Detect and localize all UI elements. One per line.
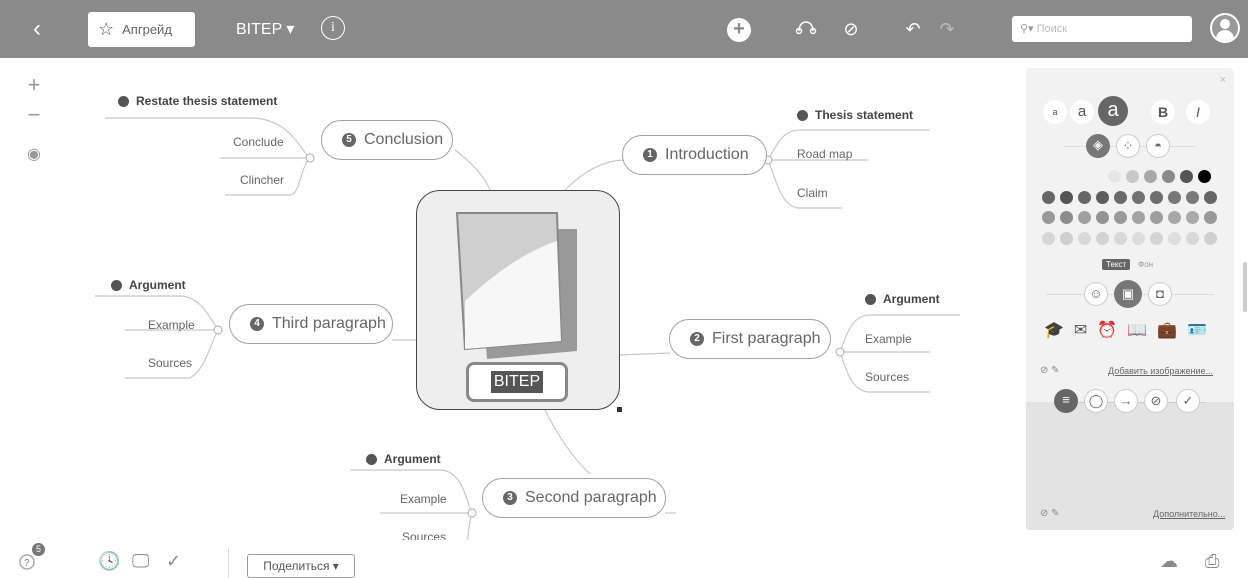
clear-notes-icon[interactable]: ⊘ ✎ <box>1040 508 1060 519</box>
color-swatch[interactable] <box>1078 191 1091 204</box>
color-swatch[interactable] <box>1180 170 1193 183</box>
color-swatch[interactable] <box>1150 211 1163 224</box>
history-icon[interactable]: 🕓 <box>98 551 120 572</box>
branch-introduction[interactable]: 1 Introduction <box>622 135 767 175</box>
color-swatch[interactable] <box>1078 211 1091 224</box>
branch-second-paragraph[interactable]: 3 Second paragraph <box>482 478 666 518</box>
leaf-sources[interactable]: Sources <box>148 356 192 370</box>
leaf-restate-thesis[interactable]: Restate thesis statement <box>118 94 277 108</box>
leaf-example[interactable]: Example <box>865 332 912 346</box>
color-swatch[interactable] <box>1198 170 1211 183</box>
shape-style-icon[interactable]: ⁘ <box>1116 134 1140 158</box>
link-icon[interactable]: ⊘ <box>1144 389 1168 413</box>
branch-conclusion[interactable]: 5 Conclusion <box>321 120 453 160</box>
leaf-sources[interactable]: Sources <box>865 370 909 384</box>
color-swatch[interactable] <box>1114 211 1127 224</box>
notes-icon[interactable]: ≡ <box>1054 389 1078 413</box>
border-style-icon[interactable]: ◓ <box>1146 134 1170 158</box>
color-swatch[interactable] <box>1132 191 1145 204</box>
leaf-conclude[interactable]: Conclude <box>233 135 284 149</box>
arrow-right-icon[interactable]: → <box>1114 389 1138 413</box>
color-swatch[interactable] <box>1114 191 1127 204</box>
color-swatch[interactable] <box>1132 232 1145 245</box>
color-swatch[interactable] <box>1108 170 1121 183</box>
color-swatch[interactable] <box>1096 191 1109 204</box>
tab-background[interactable]: Фон <box>1138 260 1153 269</box>
tab-text[interactable]: Текст <box>1102 259 1131 270</box>
color-swatch[interactable] <box>1186 211 1199 224</box>
cloud-download-icon[interactable]: ☁ <box>1160 551 1178 572</box>
color-swatch[interactable] <box>1060 191 1073 204</box>
bottom-toolbar: ? 5 🕓 🖵 ✓ Поделиться ▾ ☁ ⎙ <box>0 540 1248 578</box>
color-swatch[interactable] <box>1150 232 1163 245</box>
leaf-thesis-statement[interactable]: Thesis statement <box>797 108 913 122</box>
text-color-icon[interactable]: ◈ <box>1086 134 1110 158</box>
branch-first-paragraph[interactable]: 2 First paragraph <box>669 319 831 359</box>
leaf-example[interactable]: Example <box>400 492 447 506</box>
alarm-clock-icon[interactable]: ⏰ <box>1097 320 1117 340</box>
leaf-argument[interactable]: Argument <box>865 292 940 306</box>
contact-card-icon[interactable]: 🪪 <box>1187 320 1207 340</box>
font-size-large[interactable]: a <box>1098 96 1128 126</box>
book-icon[interactable]: 📖 <box>1127 320 1147 340</box>
check-icon[interactable]: ✓ <box>166 551 181 572</box>
leaf-road-map[interactable]: Road map <box>797 147 852 161</box>
branch-third-paragraph[interactable]: 4 Third paragraph <box>229 304 393 344</box>
color-swatch[interactable] <box>1168 211 1181 224</box>
bold-button[interactable]: B <box>1151 100 1175 124</box>
font-size-medium[interactable]: a <box>1070 100 1094 124</box>
color-swatch[interactable] <box>1150 191 1163 204</box>
color-swatch[interactable] <box>1132 211 1145 224</box>
color-swatch[interactable] <box>1096 232 1109 245</box>
callout-icon[interactable]: ◯ <box>1084 389 1108 413</box>
color-swatch[interactable] <box>1186 191 1199 204</box>
color-swatch[interactable] <box>1144 170 1157 183</box>
add-image-link[interactable]: Добавить изображение... <box>1108 366 1213 376</box>
color-swatch[interactable] <box>1168 191 1181 204</box>
search-input[interactable]: ⚲▾ Поиск <box>1012 16 1192 42</box>
central-topic-label[interactable]: BITEP <box>466 362 568 402</box>
video-icon[interactable]: ◘ <box>1148 282 1172 306</box>
color-swatch[interactable] <box>1204 211 1217 224</box>
svg-text:?: ? <box>24 558 30 569</box>
close-icon[interactable]: × <box>1220 74 1226 86</box>
color-swatch[interactable] <box>1042 232 1055 245</box>
briefcase-icon[interactable]: 💼 <box>1157 320 1177 340</box>
leaf-claim[interactable]: Claim <box>797 186 828 200</box>
print-icon[interactable]: ⎙ <box>1205 551 1219 572</box>
image-icon[interactable]: ▣ <box>1114 280 1142 308</box>
color-swatch[interactable] <box>1096 211 1109 224</box>
color-swatch[interactable] <box>1042 211 1055 224</box>
color-swatch[interactable] <box>1204 191 1217 204</box>
email-icon[interactable]: ✉ <box>1074 320 1087 340</box>
color-swatch[interactable] <box>1078 232 1091 245</box>
leaf-example[interactable]: Example <box>148 318 195 332</box>
color-swatch[interactable] <box>1114 232 1127 245</box>
color-swatch[interactable] <box>1060 232 1073 245</box>
scrollbar[interactable] <box>1243 262 1247 312</box>
leaf-argument[interactable]: Argument <box>111 278 186 292</box>
color-swatch[interactable] <box>1168 232 1181 245</box>
remove-image-icon[interactable]: ⊘ ✎ <box>1040 365 1060 376</box>
format-panel: × a a a B I ◈ ⁘ ◓ Текст Фон ☺ ▣ ◘ 🎓 ✉ ⏰ … <box>1026 68 1234 530</box>
search-placeholder: Поиск <box>1036 23 1068 35</box>
presentation-icon[interactable]: 🖵 <box>132 551 149 572</box>
color-swatch[interactable] <box>1060 211 1073 224</box>
color-swatch[interactable] <box>1204 232 1217 245</box>
font-size-small[interactable]: a <box>1043 100 1067 124</box>
leaf-argument[interactable]: Argument <box>366 452 441 466</box>
emoji-icon[interactable]: ☺ <box>1084 282 1108 306</box>
graduation-cap-icon[interactable]: 🎓 <box>1044 320 1064 340</box>
italic-button[interactable]: I <box>1186 100 1210 124</box>
color-swatch[interactable] <box>1162 170 1175 183</box>
share-button[interactable]: Поделиться ▾ <box>247 554 355 578</box>
color-swatch[interactable] <box>1126 170 1139 183</box>
checkmark-icon[interactable]: ✓ <box>1176 389 1200 413</box>
notification-badge: 5 <box>32 543 45 556</box>
leaf-clincher[interactable]: Clincher <box>240 173 284 187</box>
avatar[interactable] <box>1210 13 1240 43</box>
color-swatch[interactable] <box>1042 191 1055 204</box>
color-swatch[interactable] <box>1186 232 1199 245</box>
more-link[interactable]: Дополнительно... <box>1153 509 1225 519</box>
